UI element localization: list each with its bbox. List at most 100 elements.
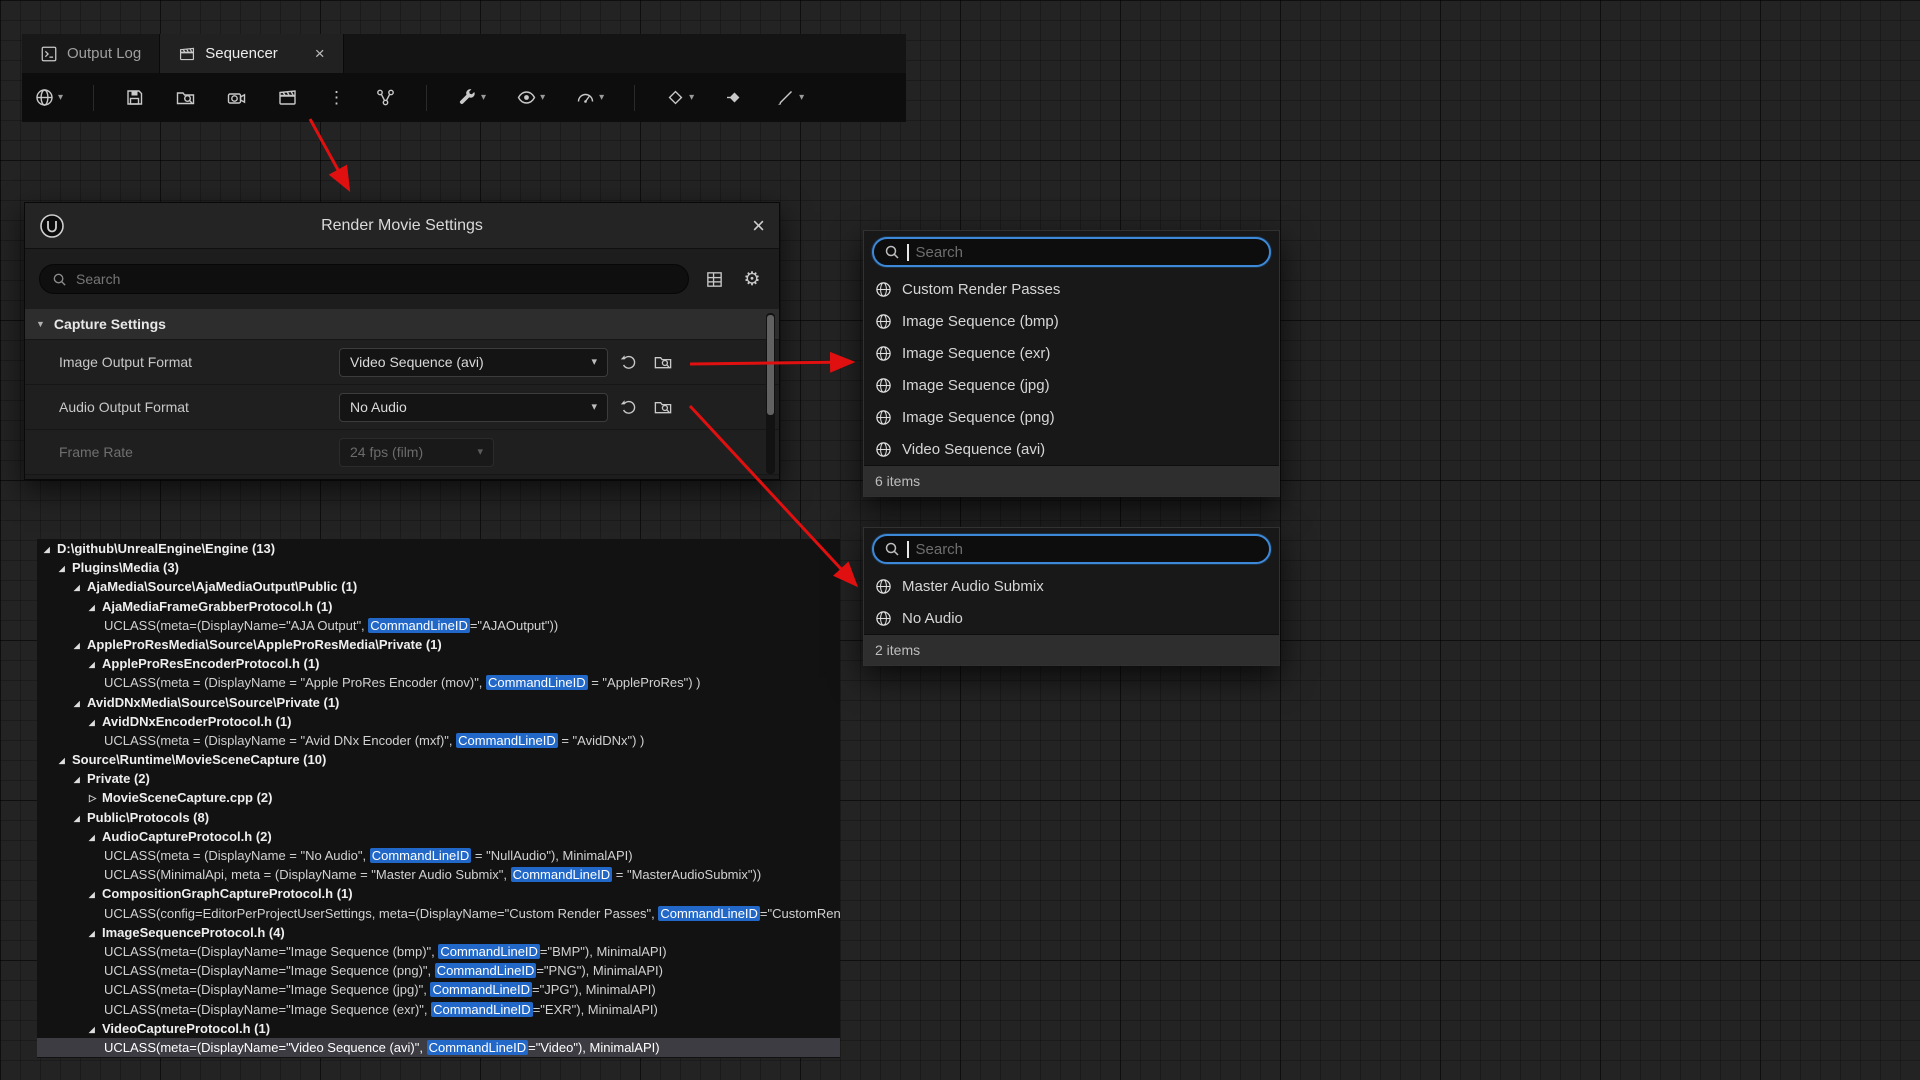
search-result-line[interactable]: UCLASS(meta=(DisplayName="Video Sequence…	[37, 1038, 840, 1057]
browse-icon[interactable]	[650, 349, 676, 375]
sequence-hierarchy-button[interactable]	[375, 87, 396, 108]
dropdown-option[interactable]: Image Sequence (png)	[864, 401, 1279, 433]
expanded-node-icon[interactable]: ◢	[74, 578, 87, 597]
dialog-title-bar[interactable]: Render Movie Settings ×	[25, 203, 779, 249]
tree-node[interactable]: ◢AjaMedia\Source\AjaMediaOutput\Public (…	[37, 577, 840, 596]
popup-search-input[interactable]: Search	[872, 237, 1271, 267]
dropdown-option[interactable]: Master Audio Submix	[864, 570, 1279, 602]
dialog-scrollbar[interactable]	[766, 313, 775, 474]
tree-node[interactable]: ▷MovieSceneCapture.cpp (2)	[37, 788, 840, 807]
tree-node[interactable]: ◢ImageSequenceProtocol.h (4)	[37, 923, 840, 942]
dropdown-option[interactable]: Video Sequence (avi)	[864, 433, 1279, 465]
settings-gear-icon[interactable]: ⚙	[739, 266, 765, 292]
create-camera-button[interactable]	[226, 87, 247, 108]
popup-search-input[interactable]: Search	[872, 534, 1271, 564]
expanded-node-icon[interactable]: ◢	[74, 809, 87, 828]
expanded-node-icon[interactable]: ◢	[74, 636, 87, 655]
close-tab-icon[interactable]: ×	[315, 45, 325, 62]
section-label: Capture Settings	[54, 316, 166, 332]
expanded-node-icon[interactable]: ◢	[59, 559, 72, 578]
tree-node[interactable]: ◢Plugins\Media (3)	[37, 558, 840, 577]
tree-node[interactable]: ◢AppleProResMedia\Source\AppleProResMedi…	[37, 635, 840, 654]
search-result-line[interactable]: UCLASS(meta=(DisplayName="AJA Output", C…	[37, 616, 840, 635]
expanded-node-icon[interactable]: ◢	[74, 770, 87, 789]
tree-node[interactable]: ◢AppleProResEncoderProtocol.h (1)	[37, 654, 840, 673]
tree-node[interactable]: ◢VideoCaptureProtocol.h (1)	[37, 1019, 840, 1038]
expanded-node-icon[interactable]: ◢	[89, 713, 102, 732]
search-result-line[interactable]: UCLASS(config=EditorPerProjectUserSettin…	[37, 904, 840, 923]
settings-search-input[interactable]: Search	[39, 264, 689, 294]
view-options-button[interactable]: ▾	[516, 87, 545, 108]
chevron-down-icon: ▾	[799, 93, 804, 103]
expanded-node-icon[interactable]: ◢	[89, 1020, 102, 1039]
dropdown-options-list: Master Audio Submix No Audio	[864, 570, 1279, 634]
world-button[interactable]: ▾	[34, 87, 63, 108]
class-sphere-icon	[875, 441, 892, 458]
tree-node[interactable]: ◢AudioCaptureProtocol.h (2)	[37, 827, 840, 846]
sequencer-icon	[178, 45, 196, 63]
search-result-line[interactable]: UCLASS(meta = (DisplayName = "Apple ProR…	[37, 673, 840, 692]
dropdown-option-label: Image Sequence (exr)	[902, 345, 1050, 362]
expanded-node-icon[interactable]: ◢	[89, 598, 102, 617]
tab-output-log[interactable]: Output Log	[22, 34, 160, 73]
toolbar-separator	[93, 85, 94, 111]
search-result-line[interactable]: UCLASS(meta=(DisplayName="Image Sequence…	[37, 1000, 840, 1019]
auto-key-button[interactable]	[724, 87, 745, 108]
tree-node[interactable]: ◢AvidDNxEncoderProtocol.h (1)	[37, 712, 840, 731]
tab-label: Sequencer	[205, 45, 278, 62]
use-selected-icon[interactable]	[616, 394, 642, 420]
chevron-down-icon: ▾	[591, 402, 597, 413]
expanded-node-icon[interactable]: ◢	[74, 694, 87, 713]
tools-button[interactable]: ▾	[457, 87, 486, 108]
tree-node[interactable]: ◢AjaMediaFrameGrabberProtocol.h (1)	[37, 597, 840, 616]
search-result-line[interactable]: UCLASS(meta=(DisplayName="Image Sequence…	[37, 942, 840, 961]
text-caret	[907, 541, 909, 558]
search-result-line[interactable]: UCLASS(meta=(DisplayName="Image Sequence…	[37, 961, 840, 980]
dropdown-option[interactable]: Custom Render Passes	[864, 273, 1279, 305]
tree-node[interactable]: ◢D:\github\UnrealEngine\Engine (13)	[37, 539, 840, 558]
browse-icon[interactable]	[650, 394, 676, 420]
tree-node[interactable]: ◢AvidDNxMedia\Source\Source\Private (1)	[37, 693, 840, 712]
audio-output-format-dropdown[interactable]: No Audio ▾	[339, 393, 608, 422]
column-view-icon[interactable]	[701, 266, 727, 292]
items-count-label: 6 items	[875, 473, 920, 489]
expanded-node-icon[interactable]: ◢	[44, 540, 57, 559]
close-dialog-icon[interactable]: ×	[752, 215, 765, 237]
render-movie-button[interactable]	[277, 87, 298, 108]
capture-settings-section-header[interactable]: ▼ Capture Settings	[25, 309, 779, 340]
expanded-node-icon[interactable]: ◢	[89, 924, 102, 943]
image-output-format-dropdown[interactable]: Video Sequence (avi) ▾	[339, 348, 608, 377]
tree-node[interactable]: ◢Source\Runtime\MovieSceneCapture (10)	[37, 750, 840, 769]
playback-options-button[interactable]: ▾	[575, 87, 604, 108]
save-button[interactable]	[124, 87, 145, 108]
more-options-button[interactable]: ⋮	[328, 89, 345, 106]
search-match-highlight: CommandLineID	[511, 867, 613, 882]
search-result-line[interactable]: UCLASS(meta = (DisplayName = "No Audio",…	[37, 846, 840, 865]
expanded-node-icon[interactable]: ◢	[89, 885, 102, 904]
search-result-line[interactable]: UCLASS(meta = (DisplayName = "Avid DNx E…	[37, 731, 840, 750]
use-selected-icon[interactable]	[616, 349, 642, 375]
dropdown-option[interactable]: Image Sequence (jpg)	[864, 369, 1279, 401]
collapsed-node-icon[interactable]: ▷	[89, 789, 102, 808]
dropdown-option[interactable]: Image Sequence (bmp)	[864, 305, 1279, 337]
find-in-content-browser-button[interactable]	[175, 87, 196, 108]
curve-options-button[interactable]: ▾	[775, 87, 804, 108]
tab-bar: Output Log Sequencer ×	[22, 34, 906, 73]
scrollbar-thumb[interactable]	[767, 315, 774, 415]
dropdown-option[interactable]: No Audio	[864, 602, 1279, 634]
dropdown-option[interactable]: Image Sequence (exr)	[864, 337, 1279, 369]
search-result-line[interactable]: UCLASS(MinimalApi, meta = (DisplayName =…	[37, 865, 840, 884]
audio-output-format-row: Audio Output Format No Audio ▾	[25, 385, 779, 430]
tab-sequencer[interactable]: Sequencer ×	[160, 34, 344, 73]
image-output-format-row: Image Output Format Video Sequence (avi)…	[25, 340, 779, 385]
tree-node[interactable]: ◢CompositionGraphCaptureProtocol.h (1)	[37, 884, 840, 903]
expanded-node-icon[interactable]: ◢	[89, 828, 102, 847]
dropdown-option-label: Master Audio Submix	[902, 578, 1044, 595]
keying-options-button[interactable]: ▾	[665, 87, 694, 108]
search-result-line[interactable]: UCLASS(meta=(DisplayName="Image Sequence…	[37, 980, 840, 999]
frame-rate-row: Frame Rate 24 fps (film) ▾	[25, 430, 779, 475]
expanded-node-icon[interactable]: ◢	[59, 751, 72, 770]
tree-node[interactable]: ◢Private (2)	[37, 769, 840, 788]
expanded-node-icon[interactable]: ◢	[89, 655, 102, 674]
tree-node[interactable]: ◢Public\Protocols (8)	[37, 808, 840, 827]
